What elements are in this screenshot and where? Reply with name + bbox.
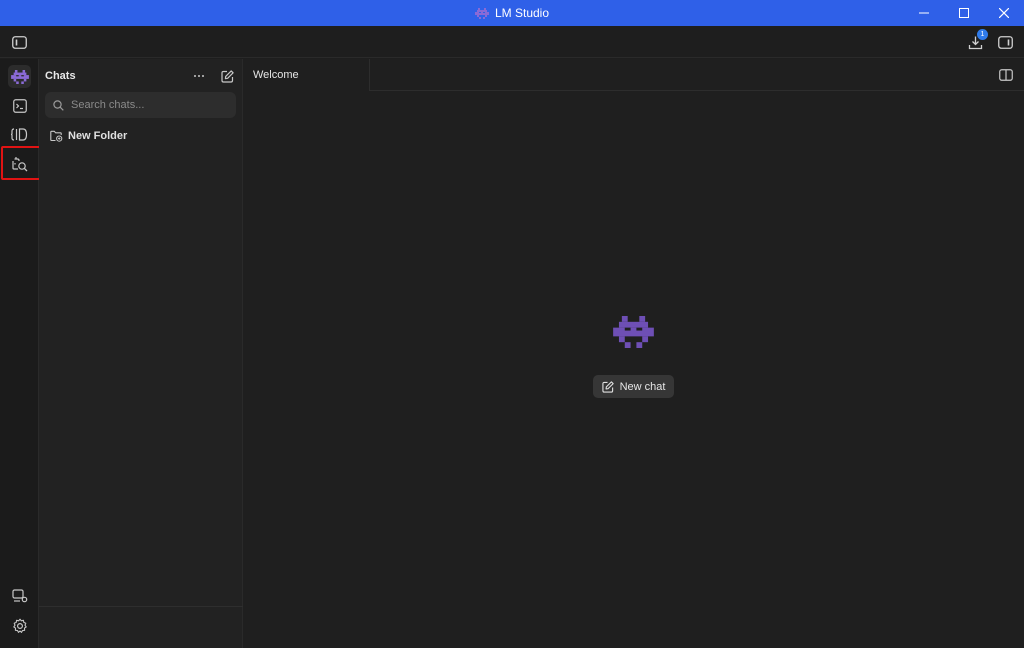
navigation-rail xyxy=(0,59,39,648)
edit-icon xyxy=(601,380,614,393)
tab-bar: Welcome xyxy=(243,59,1024,91)
close-button[interactable] xyxy=(984,0,1024,26)
new-chat-sidebar-button[interactable] xyxy=(218,67,236,85)
models-folder-icon xyxy=(11,128,28,141)
maximize-button[interactable] xyxy=(944,0,984,26)
sidebar-actions xyxy=(190,67,236,85)
rail-item-settings[interactable] xyxy=(8,614,31,637)
sidebar-header: Chats xyxy=(45,67,236,85)
split-view-button[interactable] xyxy=(996,65,1016,85)
window-title-group: LM Studio xyxy=(474,6,550,20)
new-chat-label: New chat xyxy=(619,380,666,393)
search-box xyxy=(45,92,236,118)
toggle-sidebar-button[interactable] xyxy=(8,32,30,52)
ellipsis-icon xyxy=(194,75,204,77)
rail-item-runtime[interactable] xyxy=(8,584,31,607)
search-icon xyxy=(53,99,64,111)
window-controls xyxy=(904,0,1024,26)
close-icon xyxy=(999,8,1009,18)
minimize-icon xyxy=(919,12,929,14)
top-toolbar: 1 xyxy=(0,26,1024,58)
toggle-right-panel-button[interactable] xyxy=(994,31,1016,53)
main-content: Welcome New chat xyxy=(243,59,1024,648)
rail-item-models[interactable] xyxy=(8,123,31,146)
gear-icon xyxy=(12,618,27,633)
downloads-button[interactable]: 1 xyxy=(964,29,988,53)
folder-label: New Folder xyxy=(68,130,128,142)
search-chats-input[interactable] xyxy=(71,99,221,111)
chat-mascot-icon xyxy=(10,69,29,84)
tab-welcome[interactable]: Welcome xyxy=(243,59,370,91)
title-bar: LM Studio xyxy=(0,0,1024,26)
more-options-button[interactable] xyxy=(190,67,208,85)
lm-studio-mascot-icon xyxy=(613,316,654,348)
rail-item-discover[interactable] xyxy=(8,152,31,175)
discover-search-icon xyxy=(11,156,27,171)
split-view-icon xyxy=(999,69,1013,81)
window-title: LM Studio xyxy=(494,6,550,20)
rail-item-chat[interactable] xyxy=(8,65,31,88)
edit-icon xyxy=(220,69,234,83)
terminal-icon xyxy=(12,98,27,113)
sidebar-title: Chats xyxy=(45,70,76,82)
new-chat-button[interactable]: New chat xyxy=(593,375,674,398)
maximize-icon xyxy=(959,8,969,18)
sidebar-toggle-icon xyxy=(11,35,27,49)
tab-label: Welcome xyxy=(253,69,299,81)
lm-studio-logo-icon xyxy=(474,7,489,19)
runtime-settings-icon xyxy=(11,588,27,602)
sidebar-footer xyxy=(39,606,243,648)
chats-sidebar: Chats New Folder xyxy=(39,59,243,648)
minimize-button[interactable] xyxy=(904,0,944,26)
toolbar-right-group: 1 xyxy=(964,29,1016,53)
folder-icon xyxy=(50,130,63,142)
right-panel-icon xyxy=(997,35,1013,49)
folder-item-new-folder[interactable]: New Folder xyxy=(50,130,127,142)
downloads-badge: 1 xyxy=(977,29,988,40)
rail-item-developer[interactable] xyxy=(8,94,31,117)
